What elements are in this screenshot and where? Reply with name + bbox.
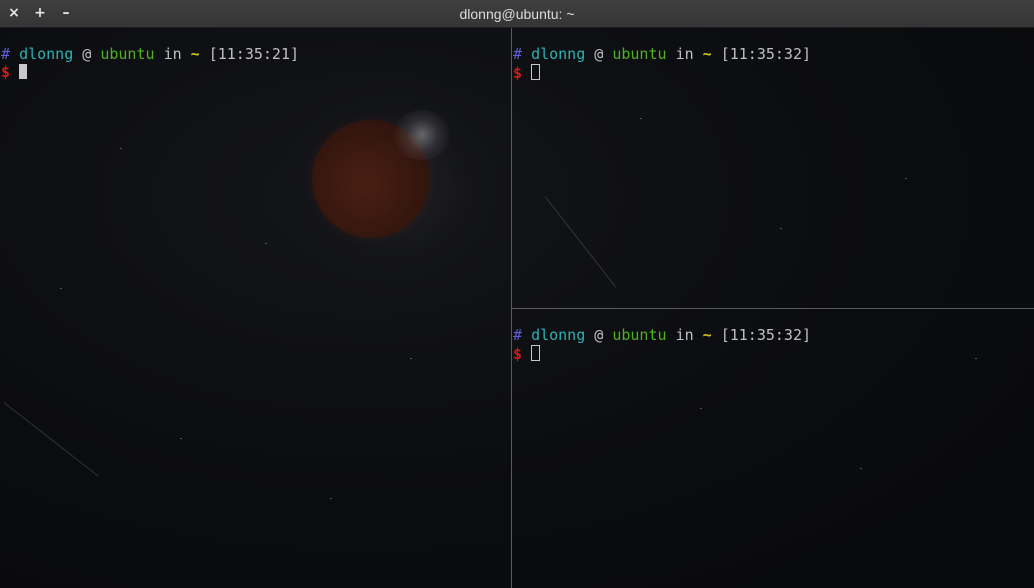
prompt-hash: # bbox=[513, 45, 523, 63]
prompt-info-line: # dlonng @ ubuntu in ~ [11:35:21] bbox=[1, 46, 299, 63]
prompt-at: @ bbox=[594, 326, 604, 344]
prompt-dollar: $ bbox=[513, 64, 523, 82]
prompt-host: ubuntu bbox=[612, 45, 667, 63]
window-title: dlonng@ubuntu: ~ bbox=[459, 6, 575, 22]
prompt-dollar: $ bbox=[1, 63, 11, 81]
text-cursor bbox=[19, 64, 28, 79]
prompt-at: @ bbox=[594, 45, 604, 63]
terminal-pane-left[interactable]: # dlonng @ ubuntu in ~ [11:35:21] $ bbox=[0, 28, 511, 588]
prompt-user: dlonng bbox=[19, 45, 74, 63]
prompt-in: in bbox=[675, 45, 694, 63]
terminal-window: × + – dlonng@ubuntu: ~ # dlonng @ ubuntu… bbox=[0, 0, 1034, 588]
prompt-in: in bbox=[675, 326, 694, 344]
prompt-time: [11:35:32] bbox=[720, 326, 812, 344]
prompt-user: dlonng bbox=[531, 326, 586, 344]
prompt-at: @ bbox=[82, 45, 92, 63]
terminal-pane-bottom-right[interactable]: # dlonng @ ubuntu in ~ [11:35:32] $ bbox=[512, 309, 1034, 588]
prompt-directory: ~ bbox=[702, 45, 712, 63]
prompt-input-line[interactable]: $ bbox=[513, 345, 541, 363]
prompt-input-line[interactable]: $ bbox=[1, 63, 28, 81]
prompt-host: ubuntu bbox=[100, 45, 155, 63]
prompt-hash: # bbox=[513, 326, 523, 344]
prompt-time: [11:35:21] bbox=[208, 45, 300, 63]
prompt-input-line[interactable]: $ bbox=[513, 64, 541, 82]
prompt-host: ubuntu bbox=[612, 326, 667, 344]
title-bar[interactable]: × + – dlonng@ubuntu: ~ bbox=[0, 0, 1034, 28]
prompt-dollar: $ bbox=[513, 345, 523, 363]
prompt-directory: ~ bbox=[702, 326, 712, 344]
prompt-directory: ~ bbox=[190, 45, 200, 63]
prompt-info-line: # dlonng @ ubuntu in ~ [11:35:32] bbox=[513, 46, 811, 63]
prompt-info-line: # dlonng @ ubuntu in ~ [11:35:32] bbox=[513, 327, 811, 344]
prompt-time: [11:35:32] bbox=[720, 45, 812, 63]
prompt-user: dlonng bbox=[531, 45, 586, 63]
terminal-pane-top-right[interactable]: # dlonng @ ubuntu in ~ [11:35:32] $ bbox=[512, 28, 1034, 308]
prompt-in: in bbox=[163, 45, 182, 63]
text-cursor bbox=[531, 64, 541, 80]
prompt-hash: # bbox=[1, 45, 11, 63]
text-cursor bbox=[531, 345, 541, 361]
